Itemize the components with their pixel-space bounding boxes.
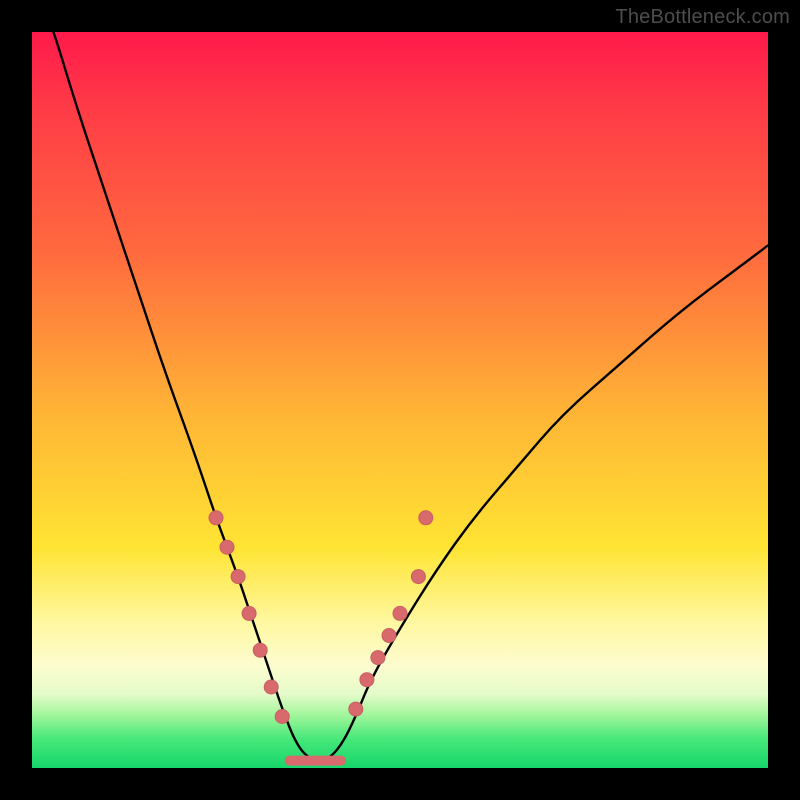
curve-marker [349, 702, 363, 716]
curve-marker [411, 570, 425, 584]
curve-marker [393, 606, 407, 620]
curve-marker [371, 651, 385, 665]
plot-area [32, 32, 768, 768]
chart-frame: TheBottleneck.com [0, 0, 800, 800]
bottleneck-curve [32, 32, 768, 761]
curve-marker [275, 710, 289, 724]
curve-marker [382, 629, 396, 643]
curve-layer [32, 32, 768, 761]
curve-svg [32, 32, 768, 768]
curve-marker [264, 680, 278, 694]
curve-marker [253, 643, 267, 657]
curve-marker [209, 511, 223, 525]
curve-marker [360, 673, 374, 687]
curve-marker [242, 606, 256, 620]
curve-marker [231, 570, 245, 584]
curve-marker [419, 511, 433, 525]
watermark-text: TheBottleneck.com [615, 6, 790, 29]
curve-markers [209, 511, 433, 724]
curve-marker [220, 540, 234, 554]
